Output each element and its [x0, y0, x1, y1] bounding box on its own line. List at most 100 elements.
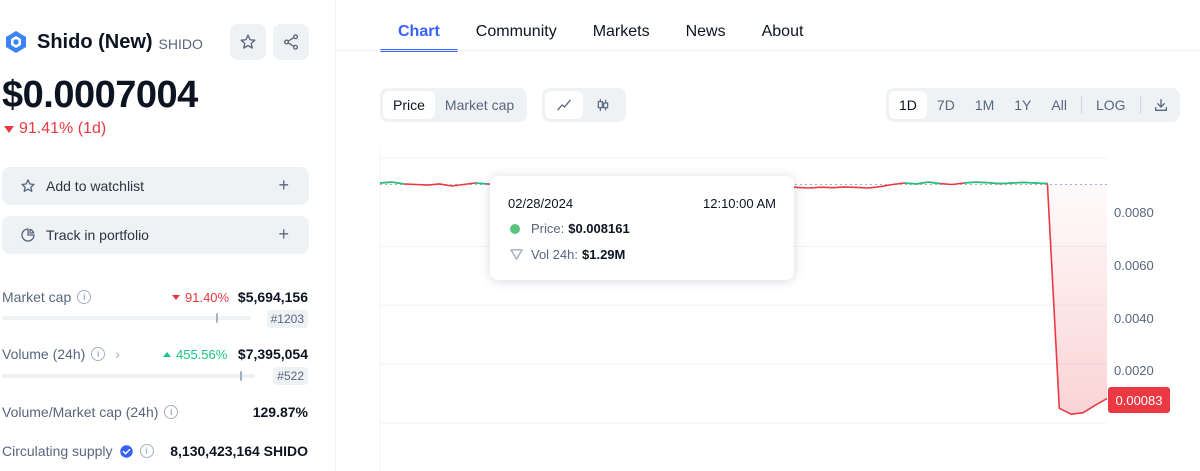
price-segment-up [1011, 181, 1024, 184]
volume-diamond-icon [510, 249, 523, 260]
price-toggle[interactable]: Price [383, 91, 435, 119]
market-cap-change-value: 91.40% [185, 290, 230, 305]
chart-tooltip: 02/28/2024 12:10:00 AM Price: $0.008161 … [490, 176, 794, 280]
range-7d[interactable]: 7D [927, 91, 965, 119]
shido-logo-icon [6, 31, 26, 53]
market-cap-toggle[interactable]: Market cap [435, 91, 524, 119]
plus-icon: + [278, 175, 289, 195]
star-icon [240, 34, 256, 49]
pie-chart-icon [21, 228, 35, 242]
down-arrow-icon [4, 125, 14, 133]
tab-news[interactable]: News [668, 0, 744, 50]
price-segment-up [916, 181, 929, 185]
divider [1080, 96, 1082, 114]
info-icon[interactable]: i [77, 290, 92, 304]
chart-style-toggle [542, 88, 626, 122]
price-segment-up [963, 181, 976, 184]
favorite-button[interactable] [230, 24, 266, 60]
coin-sidebar: Shido (New) SHIDO $0.0007004 91.41% (1d)… [0, 0, 336, 471]
chart-metric-toggle: Price Market cap [380, 88, 528, 122]
tab-markets[interactable]: Markets [575, 0, 668, 50]
current-price: $0.0007004 [2, 74, 198, 116]
info-icon[interactable]: i [164, 405, 179, 419]
chart-panel: Chart Community Markets News About Price… [336, 0, 1200, 471]
track-portfolio-button[interactable]: Track in portfolio + [2, 216, 309, 254]
current-price-tag: 0.00083 [1108, 387, 1170, 413]
market-cap-value: $5,694,156 [237, 289, 308, 305]
candlestick-icon [597, 99, 609, 111]
vol-mcap-value: 129.87% [252, 404, 308, 420]
market-cap-rank-bar [2, 313, 251, 323]
tooltip-price-value: $0.008161 [568, 221, 630, 236]
market-cap-change: 91.40% [172, 290, 229, 305]
y-tick-label: 0.0060 [1114, 258, 1154, 273]
tab-community[interactable]: Community [458, 0, 575, 50]
price-segment-up [904, 182, 917, 185]
circulating-supply-label: Circulating supply i [2, 443, 154, 459]
download-button[interactable] [1145, 91, 1177, 119]
tooltip-volume-label: Vol 24h: [531, 247, 578, 262]
price-segment-up [391, 181, 404, 185]
tooltip-price-row: Price: $0.008161 [510, 221, 630, 236]
price-change-value: 91.41% (1d) [19, 120, 107, 137]
tooltip-price-label: Price: [531, 221, 565, 236]
tooltip-volume-value: $1.29M [582, 247, 626, 262]
price-segment-up [928, 181, 941, 185]
candlestick-button[interactable] [583, 91, 623, 119]
y-tick-label: 0.0040 [1114, 311, 1154, 326]
info-icon[interactable]: i [91, 347, 106, 361]
y-tick-label: 0.0080 [1114, 205, 1154, 220]
market-cap-label: Market cap i [2, 289, 92, 305]
tab-chart[interactable]: Chart [380, 0, 458, 52]
download-icon [1154, 99, 1167, 111]
vol-mcap-label: Volume/Market cap (24h) i [2, 404, 179, 420]
chevron-right-icon[interactable]: › [115, 346, 120, 362]
price-dot-icon [510, 223, 520, 234]
range-1d[interactable]: 1D [889, 91, 927, 119]
range-1y[interactable]: 1Y [1004, 91, 1041, 119]
divider [1139, 96, 1141, 114]
watchlist-label: Add to watchlist [46, 178, 145, 194]
coin-symbol: SHIDO [158, 36, 203, 52]
market-cap-label-text: Market cap [2, 289, 72, 305]
volume-label: Volume (24h) i › [2, 346, 120, 362]
share-icon [283, 34, 299, 50]
section-tabs: Chart Community Markets News About [380, 0, 822, 52]
tab-about[interactable]: About [744, 0, 822, 50]
line-chart-button[interactable] [545, 91, 583, 119]
star-icon [21, 179, 35, 192]
time-range-toggle: 1D 7D 1M 1Y All LOG [886, 88, 1180, 122]
price-segment-up [379, 181, 392, 184]
range-1m[interactable]: 1M [965, 91, 1004, 119]
volume-rank: #522 [273, 367, 308, 385]
add-to-watchlist-button[interactable]: Add to watchlist + [2, 167, 309, 205]
bar-marker [216, 313, 218, 323]
circulating-supply-label-text: Circulating supply [2, 443, 113, 459]
volume-change-value: 455.56% [176, 347, 228, 362]
volume-label-text: Volume (24h) [2, 346, 86, 362]
info-icon[interactable]: i [139, 444, 154, 458]
price-segment-up [1023, 181, 1036, 184]
price-segment-up [999, 182, 1012, 185]
coin-name: Shido (New) [37, 30, 153, 53]
line-chart-icon [557, 99, 571, 111]
price-segment-up [475, 182, 488, 185]
market-cap-rank: #1203 [266, 310, 308, 328]
y-tick-label: 0.0020 [1114, 363, 1154, 378]
tooltip-time: 12:10:00 AM [703, 196, 776, 211]
volume-value: $7,395,054 [237, 346, 308, 362]
tooltip-date: 02/28/2024 [508, 196, 574, 211]
coin-header: Shido (New) SHIDO [4, 30, 203, 54]
range-all[interactable]: All [1041, 91, 1077, 119]
log-scale-toggle[interactable]: LOG [1086, 91, 1136, 119]
price-change-1d: 91.41% (1d) [4, 120, 106, 138]
below-open-area [1047, 183, 1107, 415]
share-button[interactable] [273, 24, 309, 60]
price-segment-up [975, 181, 988, 184]
tab-divider [336, 50, 1200, 51]
verified-badge-icon [119, 444, 133, 458]
price-segment-up [987, 181, 1000, 185]
plus-icon: + [278, 224, 289, 244]
tooltip-volume-row: Vol 24h: $1.29M [510, 247, 625, 262]
up-arrow-icon [163, 352, 171, 357]
